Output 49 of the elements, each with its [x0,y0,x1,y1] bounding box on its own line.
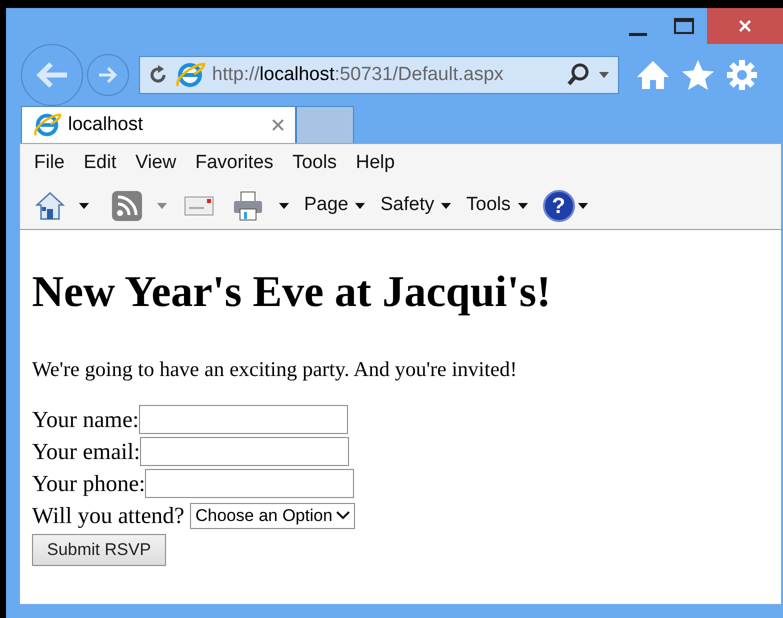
menu-item[interactable]: File [34,148,65,178]
menu-item[interactable]: View [135,148,176,178]
browser-logo-icon [174,60,206,90]
help-button[interactable]: ? [542,190,575,222]
rss-feed-icon[interactable] [112,190,142,220]
submit-button[interactable]: Submit RSVP [32,534,166,566]
field-label: Will you attend? [32,504,184,527]
caret-icon [440,202,452,210]
intro-text: We're going to have an exciting party. And you're invited! [32,356,518,383]
new-tab-button[interactable] [296,106,354,143]
attendance-dropdown[interactable]: Choose an Option [190,502,356,528]
field-label: Your phone: [32,472,146,495]
input-field[interactable] [138,405,348,434]
close-icon [738,19,752,33]
address-bar[interactable]: http://localhost:50731/Default.aspx [139,56,619,94]
close-button[interactable] [707,8,783,44]
menu-item[interactable]: Favorites [195,148,274,178]
caret-icon [354,202,366,210]
home-icon[interactable] [34,190,66,222]
browser-logo-icon [32,111,62,139]
close-tab-icon[interactable] [271,118,285,132]
left-arrow-icon [35,60,69,90]
caret-icon[interactable] [576,202,589,210]
chevron-down-icon [336,511,350,520]
menu-item[interactable]: Help [356,148,395,178]
settings-icon[interactable] [725,58,759,92]
mail-icon[interactable] [184,196,214,216]
toolbar-menu-button[interactable]: Tools [466,191,529,220]
printer-icon[interactable] [232,190,264,222]
menu-item[interactable]: Edit [84,148,116,178]
browser-tab[interactable]: localhost [21,106,296,143]
field-label: Your email: [32,440,140,463]
toolbar-menu-button[interactable]: Safety [380,191,452,220]
caret-icon [598,71,610,79]
menu-item[interactable]: Tools [292,148,337,178]
caret-icon[interactable] [278,202,290,210]
forward-button[interactable] [87,54,129,96]
home-icon[interactable] [635,59,671,91]
page-heading: New Year's Eve at Jacqui's! [32,270,552,314]
input-field[interactable] [145,469,354,498]
field-label: Your name: [32,408,139,431]
caret-icon [516,202,529,210]
right-arrow-icon [97,65,119,85]
url-text: http://localhost:50731/Default.aspx [212,62,504,87]
toolbar-menu-button[interactable]: Page [304,191,366,220]
input-field[interactable] [140,437,350,466]
refresh-icon [148,65,168,85]
star-icon[interactable] [681,59,715,91]
caret-icon[interactable] [78,202,90,210]
